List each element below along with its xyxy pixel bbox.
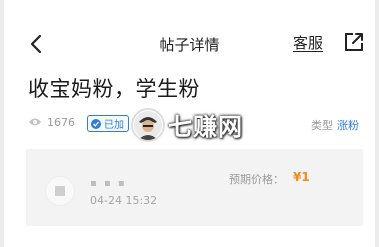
watermark-text: 七赚网	[168, 113, 243, 141]
price-label: 预期价格：	[229, 173, 284, 186]
username: ▪ ▪ ▪	[90, 178, 127, 189]
customer-service-link[interactable]: 客服	[293, 32, 323, 53]
app-frame: 帖子详情 客服 收宝妈粉，学生粉 1676 已加 类型 涨粉 七赚网 ▪ ▪ ▪…	[0, 0, 379, 247]
type-value[interactable]: 涨粉	[337, 117, 359, 133]
share-button[interactable]	[344, 32, 364, 52]
post-title: 收宝妈粉，学生粉	[28, 77, 200, 101]
badge-label: 已加	[104, 120, 124, 131]
eye-icon	[29, 118, 41, 126]
external-link-icon	[345, 33, 363, 51]
view-count: 1676	[47, 116, 75, 129]
top-nav-bar: 帖子详情 客服	[4, 28, 375, 60]
reply-card[interactable]: ▪ ▪ ▪ 04-24 15:32 预期价格： ¥1	[26, 149, 363, 226]
post-date: 04-24 15:32	[90, 194, 158, 207]
price-value: ¥1	[293, 170, 310, 184]
status-badge: 已加	[87, 115, 129, 132]
check-circle-icon	[91, 118, 101, 129]
avatar	[45, 176, 75, 206]
avatar-placeholder	[55, 186, 65, 196]
type-label: 类型	[311, 119, 333, 132]
watermark-logo	[131, 108, 165, 142]
